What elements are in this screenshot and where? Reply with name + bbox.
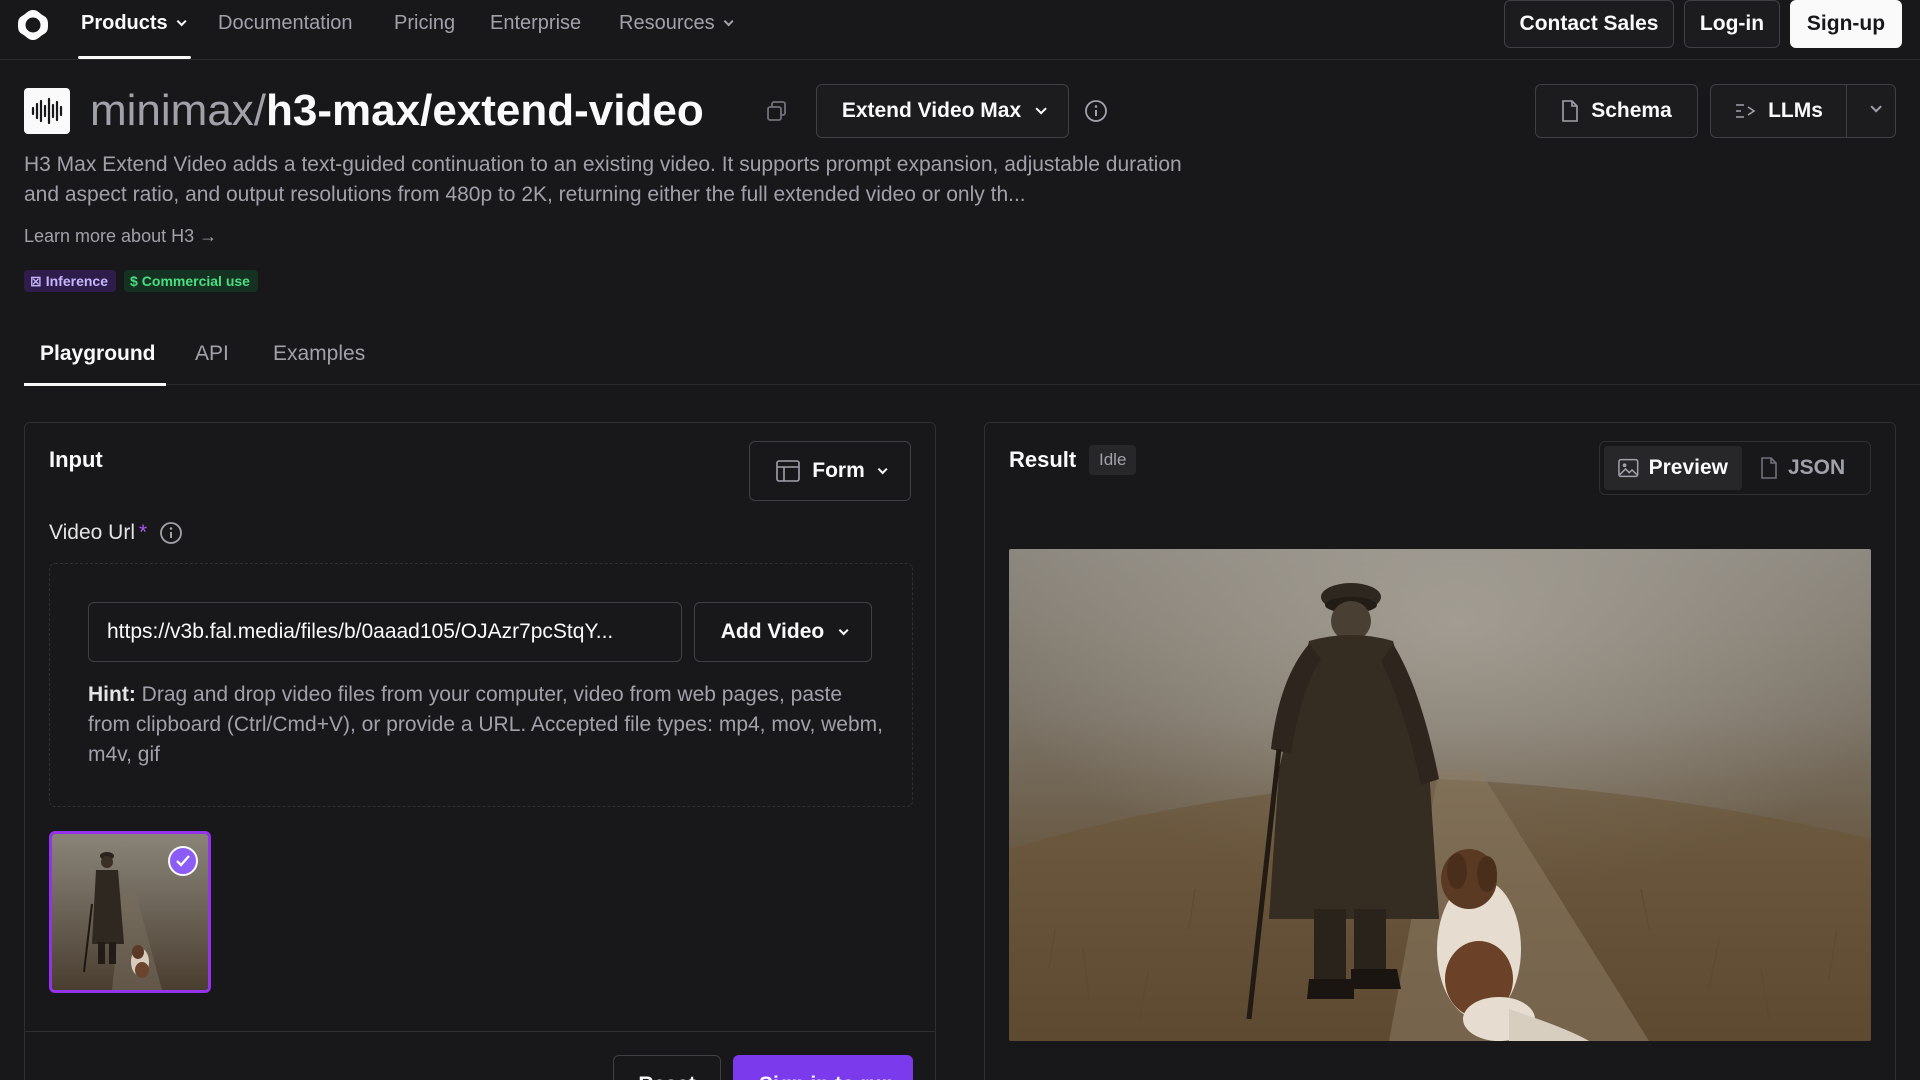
video-dropzone[interactable]: https://v3b.fal.media/files/b/0aaad105/O… <box>49 563 913 807</box>
upload-hint: Hint: Drag and drop video files from you… <box>88 683 883 766</box>
nav-enterprise[interactable]: Enterprise <box>490 10 581 36</box>
chevron-down-icon <box>723 15 734 26</box>
learn-more-link[interactable]: Learn more about H3 → <box>24 226 217 247</box>
result-panel-title: Result <box>1009 447 1077 472</box>
tab-active-indicator <box>24 383 166 386</box>
commercial-use-badge: $ Commercial use <box>124 270 258 292</box>
login-button[interactable]: Log-in <box>1684 0 1780 48</box>
file-icon <box>1562 100 1579 122</box>
top-nav: Products Documentation Pricing Enterpris… <box>0 0 1920 60</box>
model-avatar <box>24 88 70 134</box>
chevron-down-icon[interactable] <box>1870 101 1882 113</box>
chevron-down-icon <box>176 15 187 26</box>
chevron-down-icon <box>1035 103 1047 115</box>
result-panel: Result Idle Preview JSON <box>984 422 1896 1080</box>
json-toggle[interactable]: JSON <box>1746 446 1859 490</box>
video-url-input[interactable]: https://v3b.fal.media/files/b/0aaad105/O… <box>88 602 682 662</box>
waveform-icon <box>31 97 63 125</box>
input-panel-footer-divider <box>25 1031 935 1032</box>
llms-action[interactable]: LLMs <box>1711 85 1847 137</box>
model-title: minimax/h3-max/extend-video <box>90 86 704 135</box>
status-badge: Idle <box>1089 445 1137 475</box>
chevron-down-icon <box>877 463 888 474</box>
result-video-preview[interactable] <box>1009 549 1871 1041</box>
llms-button[interactable]: LLMs <box>1710 84 1896 138</box>
result-video-frame <box>1009 549 1871 1041</box>
model-description: H3 Max Extend Video adds a text-guided c… <box>24 153 1182 206</box>
add-video-button[interactable]: Add Video <box>694 602 872 662</box>
info-icon[interactable] <box>159 521 183 545</box>
arrow-right-icon: → <box>199 226 218 246</box>
nav-pricing[interactable]: Pricing <box>394 10 455 36</box>
schema-button[interactable]: Schema <box>1535 84 1698 138</box>
view-mode-select[interactable]: Form <box>749 441 911 501</box>
info-icon[interactable] <box>1084 99 1108 123</box>
tab-playground[interactable]: Playground <box>40 342 156 366</box>
inference-badge: ⊠ Inference <box>24 270 116 292</box>
layout-icon <box>776 460 801 482</box>
nav-active-indicator <box>78 56 191 59</box>
preview-toggle[interactable]: Preview <box>1604 446 1742 490</box>
result-view-toggle: Preview JSON <box>1599 441 1871 495</box>
contact-sales-button[interactable]: Contact Sales <box>1504 0 1674 48</box>
signup-button[interactable]: Sign-up <box>1790 0 1902 48</box>
selected-check-icon <box>168 846 198 876</box>
reset-button[interactable]: Reset <box>613 1055 721 1080</box>
input-panel: Input Form Video Url * https://v3b.fal.me… <box>24 422 936 1080</box>
chevron-down-icon <box>838 624 849 635</box>
file-icon <box>1761 457 1777 479</box>
video-url-label: Video Url * <box>49 521 183 545</box>
tabs-divider <box>24 384 1920 385</box>
inference-icon: ⊠ <box>30 272 42 289</box>
run-button[interactable]: Sign in to run <box>733 1055 913 1080</box>
image-icon <box>1618 458 1639 478</box>
nav-documentation[interactable]: Documentation <box>218 10 353 36</box>
video-thumbnail[interactable] <box>49 831 211 993</box>
dollar-icon: $ <box>130 273 138 289</box>
tab-api[interactable]: API <box>195 342 229 366</box>
endpoint-variant-select[interactable]: Extend Video Max <box>816 84 1069 138</box>
logo-icon[interactable] <box>16 8 50 42</box>
llm-icon <box>1736 104 1756 118</box>
copy-icon[interactable] <box>766 100 788 122</box>
nav-products[interactable]: Products <box>81 10 187 36</box>
nav-resources[interactable]: Resources <box>619 10 734 36</box>
tab-examples[interactable]: Examples <box>273 342 365 366</box>
input-panel-title: Input <box>49 447 103 472</box>
